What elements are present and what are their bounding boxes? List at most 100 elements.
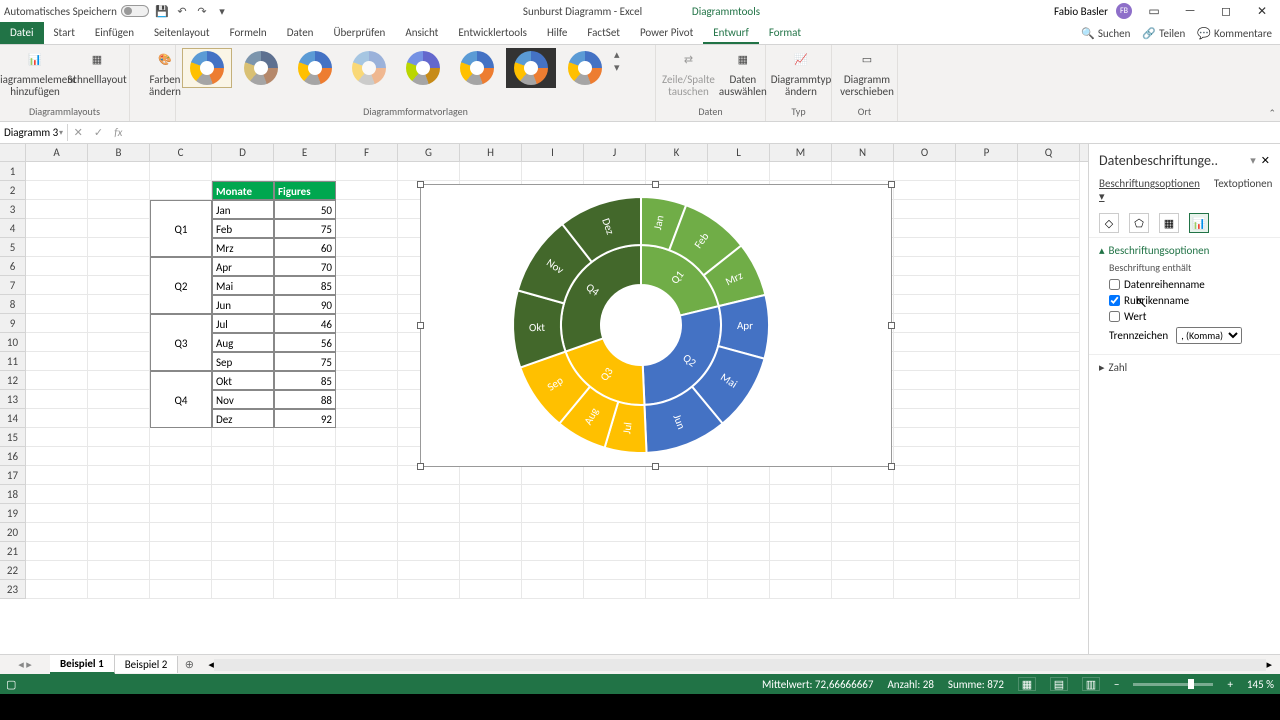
cell[interactable]	[398, 162, 460, 181]
effects-icon[interactable]: ⬠	[1129, 213, 1149, 233]
cell[interactable]	[26, 238, 88, 257]
cell[interactable]: 85	[274, 371, 336, 390]
row-head[interactable]: 17	[0, 466, 26, 485]
cell[interactable]: 85	[274, 276, 336, 295]
row-head[interactable]: 2	[0, 181, 26, 200]
cell[interactable]: Jul	[212, 314, 274, 333]
col-B[interactable]: B	[88, 144, 150, 161]
chart-style-8[interactable]	[560, 48, 610, 88]
cell[interactable]	[646, 542, 708, 561]
cell[interactable]	[398, 466, 460, 485]
cell[interactable]	[894, 390, 956, 409]
cell[interactable]	[1018, 295, 1080, 314]
row-head[interactable]: 3	[0, 200, 26, 219]
tab-formulas[interactable]: Formeln	[220, 22, 277, 44]
cell[interactable]	[1018, 200, 1080, 219]
chart-style-6[interactable]	[452, 48, 502, 88]
cell[interactable]	[1018, 257, 1080, 276]
cell[interactable]	[522, 162, 584, 181]
col-H[interactable]: H	[460, 144, 522, 161]
cell[interactable]	[1018, 371, 1080, 390]
cell[interactable]	[894, 561, 956, 580]
row-head[interactable]: 20	[0, 523, 26, 542]
cell[interactable]	[398, 561, 460, 580]
zoom-slider[interactable]	[1133, 683, 1213, 686]
row-head[interactable]: 21	[0, 542, 26, 561]
cell[interactable]	[894, 257, 956, 276]
cell[interactable]	[88, 561, 150, 580]
cell[interactable]	[336, 257, 398, 276]
cell[interactable]	[522, 542, 584, 561]
view-normal-icon[interactable]: ▦	[1018, 677, 1036, 691]
col-J[interactable]: J	[584, 144, 646, 161]
cell[interactable]	[646, 523, 708, 542]
tab-data[interactable]: Daten	[277, 22, 324, 44]
cell[interactable]	[894, 466, 956, 485]
cell[interactable]	[522, 523, 584, 542]
cell[interactable]	[26, 276, 88, 295]
cell[interactable]	[1018, 390, 1080, 409]
cell[interactable]	[212, 580, 274, 599]
col-Q[interactable]: Q	[1018, 144, 1080, 161]
pane-menu-icon[interactable]: ▾	[1250, 154, 1256, 167]
cell[interactable]: 88	[274, 390, 336, 409]
change-chart-type-button[interactable]: 📈Diagrammtyp ändern	[772, 48, 830, 98]
cell[interactable]	[1018, 466, 1080, 485]
cell[interactable]: Dez	[212, 409, 274, 428]
cell[interactable]	[26, 390, 88, 409]
formula-input[interactable]	[128, 131, 1280, 135]
cell[interactable]	[212, 162, 274, 181]
redo-icon[interactable]: ↷	[195, 4, 209, 18]
qat-more-icon[interactable]: ▾	[215, 4, 229, 18]
cell[interactable]	[336, 333, 398, 352]
tab-insert[interactable]: Einfügen	[85, 22, 144, 44]
cell[interactable]	[956, 447, 1018, 466]
resize-handle[interactable]	[417, 322, 424, 329]
cell[interactable]	[584, 504, 646, 523]
cell[interactable]	[522, 466, 584, 485]
cell[interactable]	[1018, 504, 1080, 523]
cell[interactable]	[336, 580, 398, 599]
cell[interactable]	[956, 314, 1018, 333]
cell[interactable]	[956, 580, 1018, 599]
cell[interactable]: 75	[274, 219, 336, 238]
cell[interactable]	[26, 257, 88, 276]
row-head[interactable]: 7	[0, 276, 26, 295]
cell[interactable]	[646, 580, 708, 599]
minimize-button[interactable]: —	[1176, 1, 1204, 21]
cell[interactable]	[150, 523, 212, 542]
cell[interactable]	[646, 561, 708, 580]
cell[interactable]	[956, 181, 1018, 200]
cell[interactable]	[26, 371, 88, 390]
maximize-button[interactable]: ◻	[1212, 1, 1240, 21]
tab-developer[interactable]: Entwicklertools	[448, 22, 537, 44]
cell[interactable]	[1018, 314, 1080, 333]
cell[interactable]	[26, 181, 88, 200]
cell[interactable]	[336, 409, 398, 428]
cell[interactable]	[770, 523, 832, 542]
cell[interactable]	[708, 523, 770, 542]
cell[interactable]	[832, 162, 894, 181]
cell[interactable]	[150, 466, 212, 485]
row-head[interactable]: 12	[0, 371, 26, 390]
cell[interactable]	[26, 523, 88, 542]
cell[interactable]	[956, 371, 1018, 390]
search-input[interactable]: 🔍 Suchen	[1081, 27, 1130, 40]
cell[interactable]	[708, 162, 770, 181]
cell[interactable]	[770, 466, 832, 485]
col-K[interactable]: K	[646, 144, 708, 161]
cell[interactable]	[336, 466, 398, 485]
cell[interactable]	[956, 523, 1018, 542]
tab-help[interactable]: Hilfe	[537, 22, 577, 44]
cell[interactable]	[894, 295, 956, 314]
cell[interactable]	[26, 333, 88, 352]
cell[interactable]	[956, 542, 1018, 561]
row-head[interactable]: 5	[0, 238, 26, 257]
styles-more-icon[interactable]: ▴	[614, 48, 620, 61]
cell[interactable]	[88, 181, 150, 200]
cell[interactable]	[212, 542, 274, 561]
cell[interactable]	[832, 523, 894, 542]
cell[interactable]	[894, 409, 956, 428]
cell[interactable]	[1018, 428, 1080, 447]
cell[interactable]	[26, 314, 88, 333]
